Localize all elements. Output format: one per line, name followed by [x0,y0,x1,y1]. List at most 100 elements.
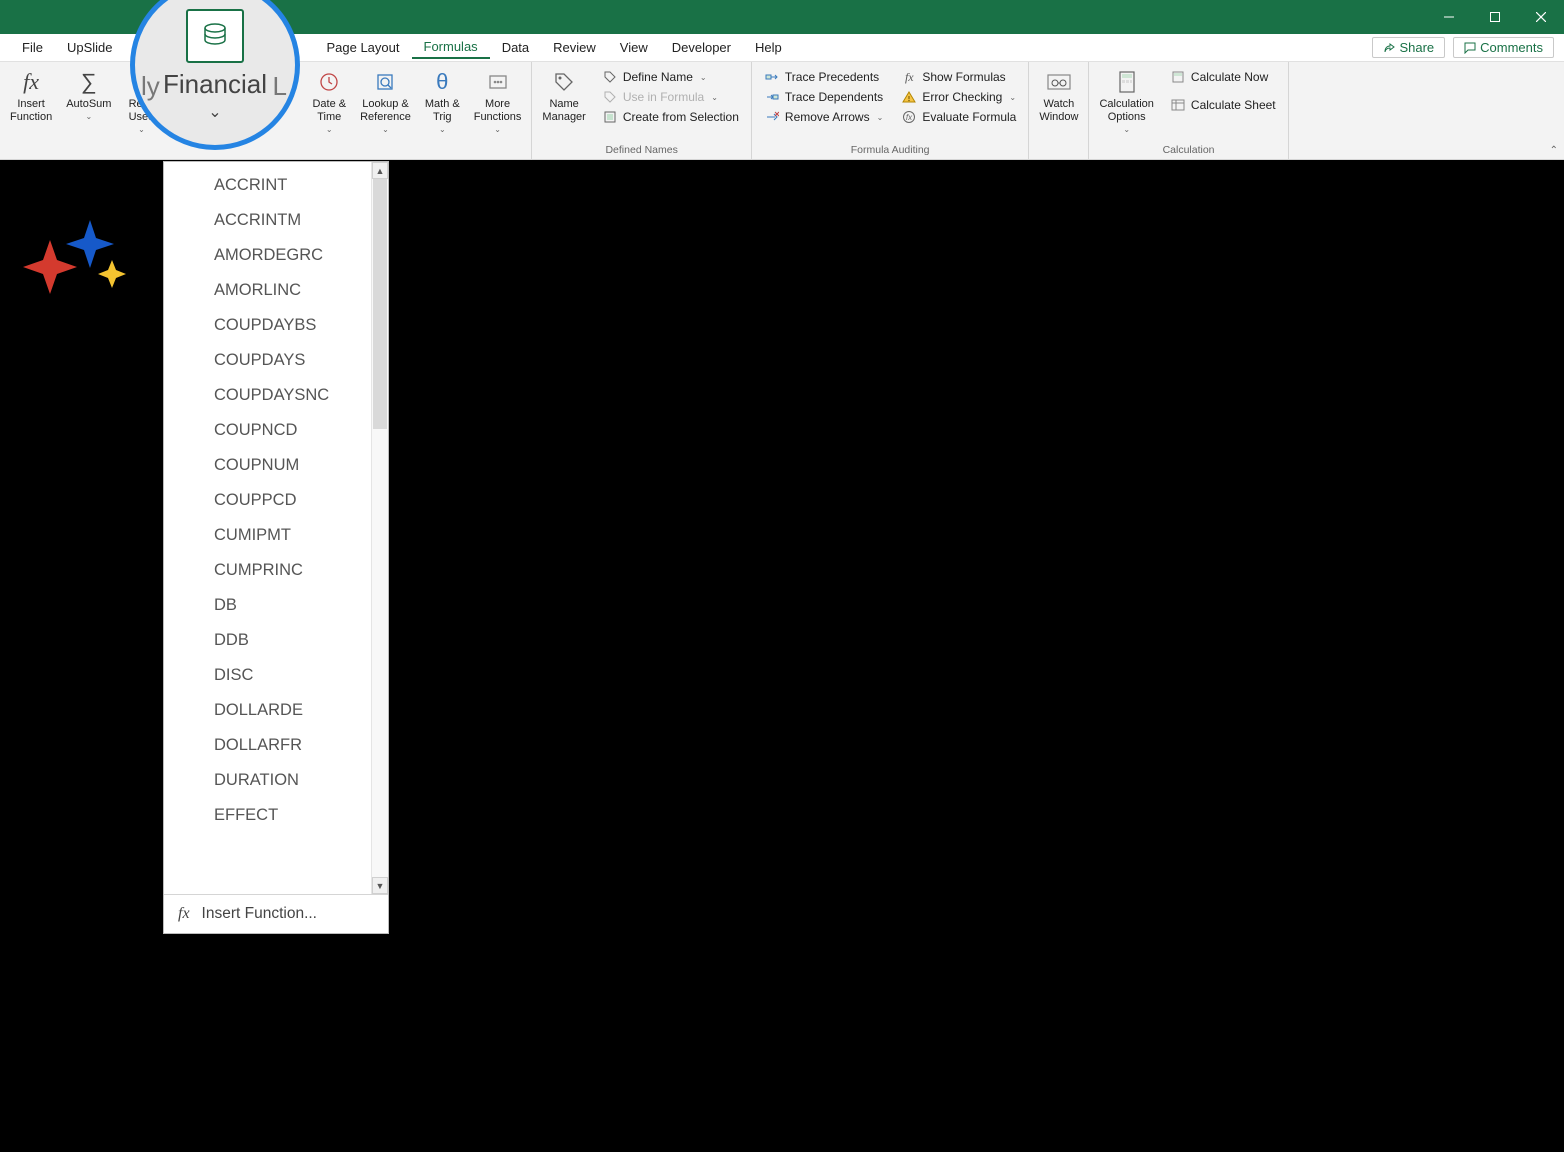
trace-precedents-button[interactable]: Trace Precedents [760,68,887,86]
show-formulas-button[interactable]: fx Show Formulas [897,68,1020,86]
insert-function-footer-label: Insert Function... [202,905,317,923]
remove-arrows-label: Remove Arrows [785,110,870,124]
dropdown-item[interactable]: AMORLINC [164,273,388,308]
error-checking-button[interactable]: Error Checking ⌄ [897,88,1020,106]
clock-icon [318,68,340,96]
use-in-formula-button[interactable]: Use in Formula ⌄ [598,88,743,106]
defined-names-group-label: Defined Names [538,144,744,159]
chevron-down-icon: ⌄ [1009,93,1016,102]
calculation-group: Calculation Options⌄ Calculate Now Calcu… [1089,62,1288,159]
evaluate-formula-button[interactable]: fx Evaluate Formula [897,108,1020,126]
dropdown-item[interactable]: COUPDAYBS [164,308,388,343]
math-trig-label: Math & Trig⌄ [425,98,460,135]
dropdown-item[interactable]: COUPDAYS [164,343,388,378]
math-trig-button[interactable]: θ Math & Trig⌄ [421,64,464,135]
dropdown-item[interactable]: DB [164,588,388,623]
tab-file[interactable]: File [10,37,55,58]
scroll-down-button[interactable]: ▼ [372,877,388,894]
dropdown-item[interactable]: COUPPCD [164,483,388,518]
dropdown-item[interactable]: DISC [164,658,388,693]
lookup-reference-button[interactable]: Lookup & Reference⌄ [356,64,415,135]
remove-arrows-icon [764,109,780,125]
selection-icon [602,109,618,125]
tab-developer[interactable]: Developer [660,37,743,58]
dropdown-item[interactable]: CUMIPMT [164,518,388,553]
tab-formulas[interactable]: Formulas [412,36,490,59]
calculation-group-label: Calculation [1095,144,1281,159]
formula-small-icon [602,89,618,105]
comments-button[interactable]: Comments [1453,37,1554,58]
tag-icon [552,68,576,96]
watch-window-button[interactable]: Watch Window [1035,64,1082,124]
calculation-options-label: Calculation Options⌄ [1099,98,1153,135]
insert-function-label: Insert Function [10,98,52,124]
tab-upslide[interactable]: UpSlide [55,37,125,58]
share-button[interactable]: Share [1372,37,1445,58]
share-label: Share [1399,40,1434,55]
scroll-up-button[interactable]: ▲ [372,162,388,179]
trace-dependents-button[interactable]: Trace Dependents [760,88,887,106]
create-from-selection-button[interactable]: Create from Selection [598,108,743,126]
defined-names-group: Name Manager Define Name ⌄ Use in Formul… [532,62,751,159]
dropdown-item[interactable]: DOLLARDE [164,693,388,728]
dropdown-item[interactable]: COUPDAYSNC [164,378,388,413]
minimize-button[interactable] [1426,0,1472,34]
ribbon-collapse-button[interactable]: ⌃ [1550,145,1558,156]
dropdown-item[interactable]: ACCRINT [164,168,388,203]
scroll-track[interactable] [372,179,388,877]
lookup-icon [374,68,396,96]
maximize-button[interactable] [1472,0,1518,34]
calculate-now-button[interactable]: Calculate Now [1166,68,1280,86]
tab-review[interactable]: Review [541,37,608,58]
dropdown-item[interactable]: DOLLARFR [164,728,388,763]
dropdown-scrollbar[interactable]: ▲ ▼ [371,162,388,894]
error-checking-label: Error Checking [922,90,1002,104]
magnifier-main-label: Financial [163,69,267,100]
trace-dependents-label: Trace Dependents [785,90,883,104]
create-from-selection-label: Create from Selection [623,110,739,124]
calculation-options-button[interactable]: Calculation Options⌄ [1095,64,1157,135]
insert-function-menu-item[interactable]: fx Insert Function... [164,894,388,933]
insert-function-button[interactable]: fx Insert Function [6,64,56,124]
tab-help[interactable]: Help [743,37,794,58]
chevron-down-icon: ⌄ [208,102,221,122]
fx-icon: fx [23,68,39,96]
remove-arrows-button[interactable]: Remove Arrows ⌄ [760,108,887,126]
chevron-down-icon: ⌄ [700,73,707,82]
share-icon [1383,42,1395,54]
sigma-icon: ∑ [81,68,97,96]
show-formulas-label: Show Formulas [922,70,1005,84]
define-name-button[interactable]: Define Name ⌄ [598,68,743,86]
dropdown-item[interactable]: CUMPRINC [164,553,388,588]
calculate-sheet-button[interactable]: Calculate Sheet [1166,96,1280,114]
evaluate-formula-label: Evaluate Formula [922,110,1016,124]
close-button[interactable] [1518,0,1564,34]
dropdown-item[interactable]: AMORDEGRC [164,238,388,273]
tab-pagelayout[interactable]: Page Layout [314,37,411,58]
dropdown-item[interactable]: COUPNCD [164,413,388,448]
dropdown-item[interactable]: DDB [164,623,388,658]
dropdown-item[interactable]: ACCRINTM [164,203,388,238]
theta-icon: θ [436,68,448,96]
magnifier-right-partial: L [273,71,287,102]
calculator-icon [1116,68,1138,96]
dropdown-item[interactable]: DURATION [164,763,388,798]
watch-window-group: Watch Window [1029,62,1089,159]
dropdown-item[interactable]: EFFECT [164,798,388,833]
chevron-down-icon: ⌄ [711,93,718,102]
autosum-button[interactable]: ∑ AutoSum⌄ [62,64,115,122]
scroll-thumb[interactable] [373,179,387,429]
calc-sheet-icon [1170,97,1186,113]
svg-text:fx: fx [906,113,913,122]
lookup-reference-label: Lookup & Reference⌄ [360,98,411,135]
use-in-formula-label: Use in Formula [623,90,704,104]
tag-small-icon [602,69,618,85]
more-functions-button[interactable]: More Functions⌄ [470,64,526,135]
calculate-sheet-label: Calculate Sheet [1191,98,1276,112]
tab-data[interactable]: Data [490,37,541,58]
date-time-button[interactable]: Date & Time⌄ [308,64,350,135]
tab-view[interactable]: View [608,37,660,58]
name-manager-button[interactable]: Name Manager [538,64,589,124]
financial-functions-dropdown: ACCRINTACCRINTMAMORDEGRCAMORLINCCOUPDAYB… [163,161,389,934]
dropdown-item[interactable]: COUPNUM [164,448,388,483]
